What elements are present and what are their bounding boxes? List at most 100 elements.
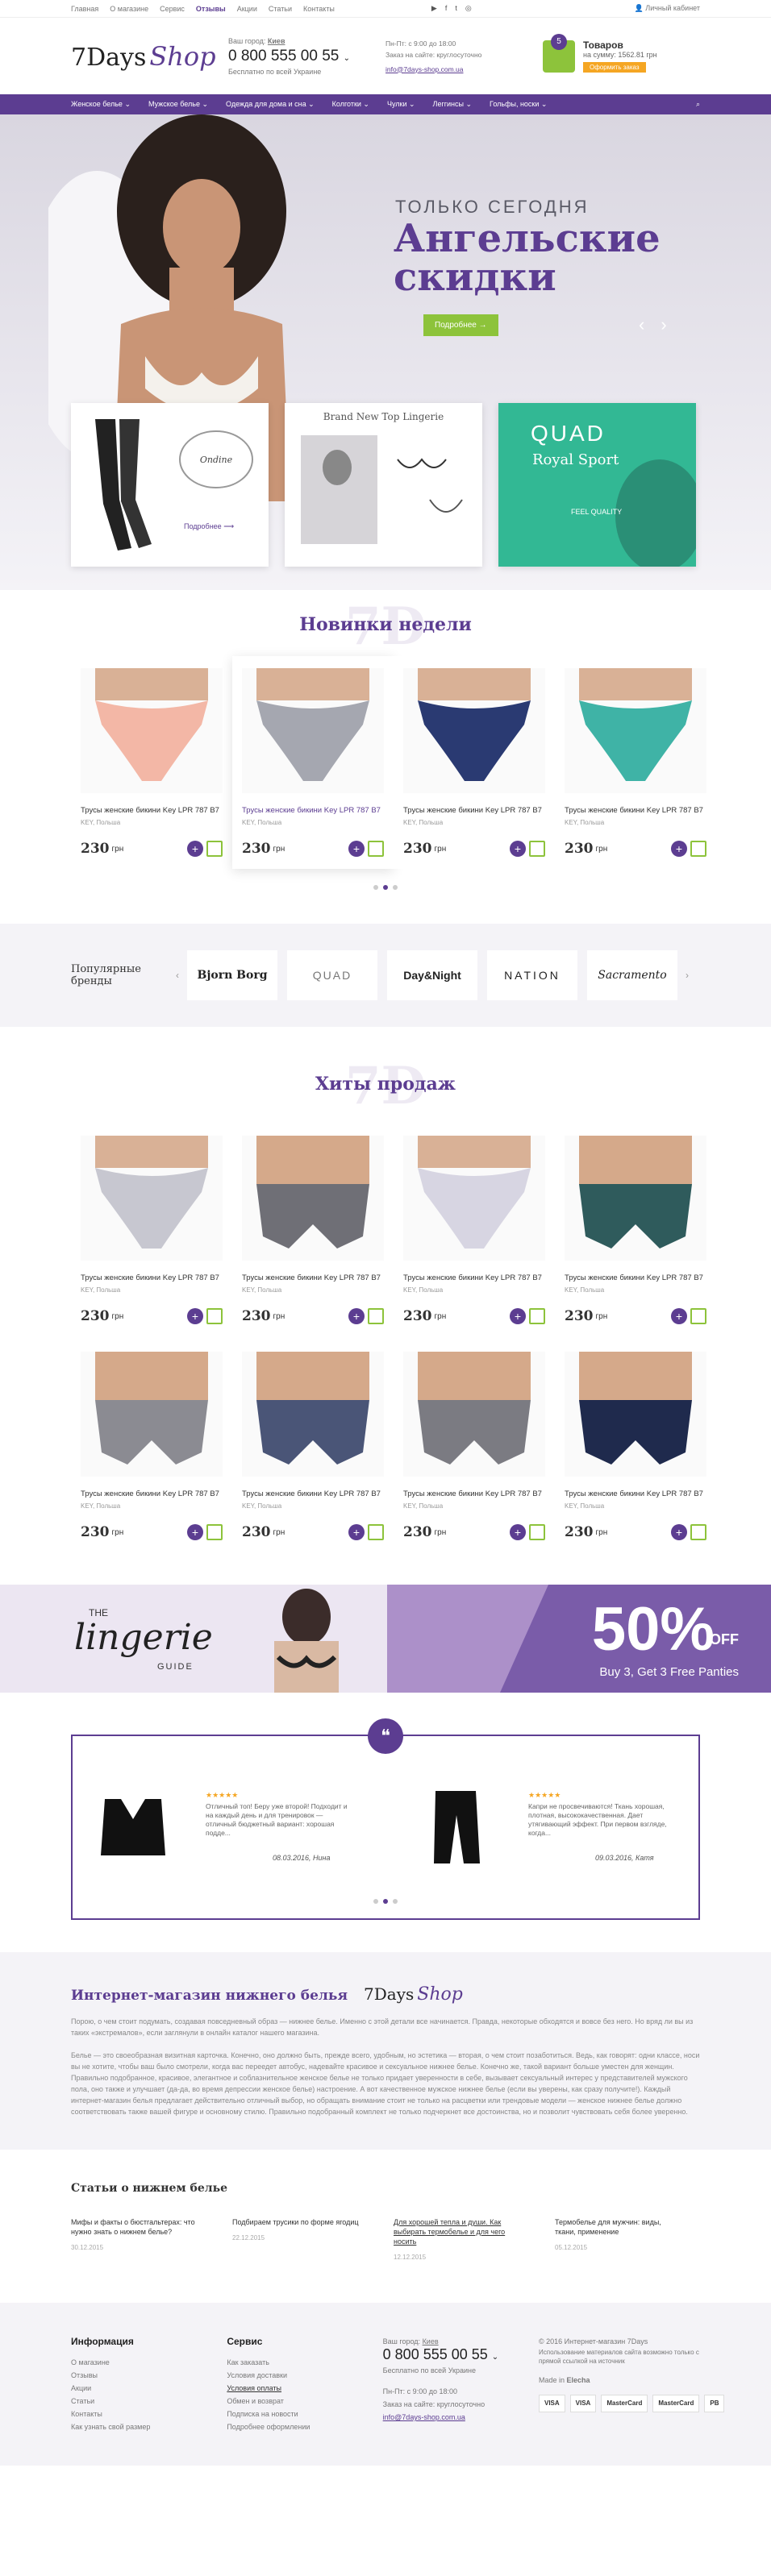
product-image[interactable] [242, 668, 384, 793]
product-image[interactable] [81, 1352, 223, 1477]
product-image[interactable] [403, 668, 545, 793]
lingerie-guide-banner[interactable]: THE lingerie GUIDE [0, 1585, 387, 1693]
product-card[interactable]: Трусы женские бикини Key LPR 787 B7 KEY,… [555, 656, 716, 869]
compare-icon[interactable] [368, 1308, 384, 1324]
nav-item-stockings[interactable]: Чулки ⌄ [387, 100, 415, 109]
compare-icon[interactable] [368, 841, 384, 857]
add-to-cart-button[interactable]: + [671, 1524, 687, 1540]
youtube-icon[interactable]: ▶ [431, 4, 437, 13]
chevron-right-icon[interactable]: › [686, 970, 689, 981]
product-name[interactable]: Трусы женские бикини Key LPR 787 B7 [565, 1490, 706, 1498]
product-image[interactable] [565, 1136, 706, 1261]
product-image[interactable] [403, 1136, 545, 1261]
footer-phone[interactable]: 0 800 555 00 55 [383, 2346, 488, 2362]
product-name[interactable]: Трусы женские бикини Key LPR 787 B7 [242, 806, 384, 815]
product-card[interactable]: Трусы женские бикини Key LPR 787 B7 KEY,… [232, 1124, 394, 1336]
promo-tile-quad[interactable]: QUAD Royal Sport FEEL QUALITY [498, 403, 696, 567]
footer-city-selector[interactable]: Киев [423, 2337, 439, 2345]
product-image[interactable] [242, 1136, 384, 1261]
product-name[interactable]: Трусы женские бикини Key LPR 787 B7 [403, 1490, 545, 1498]
article-item[interactable]: Мифы и факты о бюстгальтерах: что нужно … [71, 2217, 200, 2262]
top-link-about[interactable]: О магазине [110, 5, 148, 13]
slider-dot[interactable] [373, 885, 378, 890]
cart[interactable]: 5 Товаров на сумму: 1562.81 грн Оформить… [543, 33, 700, 73]
promo-tile-stockings[interactable]: Ondine Подробнее ⟶ [71, 403, 269, 567]
article-item[interactable]: Подбираем трусики по форме ягодиц 22.12.… [232, 2217, 361, 2262]
brand-logo-sacramento[interactable]: Sacramento [587, 950, 677, 1000]
slider-dot[interactable] [393, 885, 398, 890]
compare-icon[interactable] [206, 1524, 223, 1540]
add-to-cart-button[interactable]: + [671, 1308, 687, 1324]
top-link-service[interactable]: Сервис [160, 5, 185, 13]
chevron-down-icon[interactable]: ⌄ [492, 2353, 498, 2362]
compare-icon[interactable] [690, 1524, 706, 1540]
product-card[interactable]: Трусы женские бикини Key LPR 787 B7 KEY,… [555, 1340, 716, 1552]
email-link[interactable]: info@7days-shop.com.ua [386, 64, 543, 75]
product-name[interactable]: Трусы женские бикини Key LPR 787 B7 [565, 806, 706, 815]
add-to-cart-button[interactable]: + [510, 1524, 526, 1540]
product-name[interactable]: Трусы женские бикини Key LPR 787 B7 [242, 1273, 384, 1282]
footer-link[interactable]: Как заказать [227, 2356, 350, 2369]
twitter-icon[interactable]: t [455, 4, 457, 13]
add-to-cart-button[interactable]: + [671, 841, 687, 857]
compare-icon[interactable] [206, 841, 223, 857]
top-link-promos[interactable]: Акции [237, 5, 257, 13]
footer-link[interactable]: Как узнать свой размер [71, 2420, 194, 2433]
add-to-cart-button[interactable]: + [348, 1524, 365, 1540]
footer-link[interactable]: Контакты [71, 2408, 194, 2420]
logo[interactable]: 7Days Shop [71, 41, 228, 72]
nav-item-leggings[interactable]: Леггинсы ⌄ [433, 100, 473, 109]
checkout-button[interactable]: Оформить заказ [583, 61, 646, 73]
product-name[interactable]: Трусы женские бикини Key LPR 787 B7 [81, 806, 223, 815]
add-to-cart-button[interactable]: + [187, 1308, 203, 1324]
product-image[interactable] [242, 1352, 384, 1477]
footer-link[interactable]: О магазине [71, 2356, 194, 2369]
promo-tile-link[interactable]: Подробнее ⟶ [184, 522, 234, 531]
add-to-cart-button[interactable]: + [348, 1308, 365, 1324]
footer-link[interactable]: Акции [71, 2382, 194, 2395]
compare-icon[interactable] [529, 841, 545, 857]
add-to-cart-button[interactable]: + [510, 1308, 526, 1324]
brand-logo-bjorn-borg[interactable]: Bjorn Borg [187, 950, 277, 1000]
product-card[interactable]: Трусы женские бикини Key LPR 787 B7 KEY,… [71, 1340, 232, 1552]
compare-icon[interactable] [690, 841, 706, 857]
product-name[interactable]: Трусы женские бикини Key LPR 787 B7 [565, 1273, 706, 1282]
hero-cta-button[interactable]: Подробнее → [423, 314, 498, 336]
top-link-home[interactable]: Главная [71, 5, 98, 13]
nav-item-tights[interactable]: Колготки ⌄ [332, 100, 369, 109]
product-card[interactable]: Трусы женские бикини Key LPR 787 B7 KEY,… [71, 656, 232, 869]
product-name[interactable]: Трусы женские бикини Key LPR 787 B7 [81, 1273, 223, 1282]
footer-link[interactable]: Условия оплаты [227, 2382, 350, 2395]
product-name[interactable]: Трусы женские бикини Key LPR 787 B7 [403, 806, 545, 815]
footer-link[interactable]: Обмен и возврат [227, 2395, 350, 2408]
brand-logo-day-night[interactable]: Day&Night [387, 950, 477, 1000]
top-link-articles[interactable]: Статьи [269, 5, 292, 13]
product-image[interactable] [565, 1352, 706, 1477]
footer-link[interactable]: Условия доставки [227, 2369, 350, 2382]
brand-logo-quad[interactable]: QUAD [287, 950, 377, 1000]
compare-icon[interactable] [368, 1524, 384, 1540]
nav-item-homewear[interactable]: Одежда для дома и сна ⌄ [226, 100, 315, 109]
footer-link[interactable]: Подписка на новости [227, 2408, 350, 2420]
add-to-cart-button[interactable]: + [348, 841, 365, 857]
product-name[interactable]: Трусы женские бикини Key LPR 787 B7 [81, 1490, 223, 1498]
article-item[interactable]: Термобелье для мужчин: виды, ткани, прим… [555, 2217, 684, 2262]
nav-item-women[interactable]: Женское белье ⌄ [71, 100, 131, 109]
slider-dot[interactable] [393, 1899, 398, 1904]
instagram-icon[interactable]: ◎ [465, 4, 472, 13]
chevron-left-icon[interactable]: ‹ [176, 970, 179, 981]
product-card[interactable]: Трусы женские бикини Key LPR 787 B7 KEY,… [232, 1340, 394, 1552]
chevron-left-icon[interactable]: ‹ [639, 314, 644, 335]
chevron-right-icon[interactable]: › [661, 314, 666, 335]
footer-link[interactable]: Подробнее оформлении [227, 2420, 350, 2433]
nav-item-men[interactable]: Мужское белье ⌄ [148, 100, 208, 109]
phone-number[interactable]: 0 800 555 00 55 [228, 48, 339, 64]
product-name[interactable]: Трусы женские бикини Key LPR 787 B7 [242, 1490, 384, 1498]
compare-icon[interactable] [529, 1308, 545, 1324]
city-selector[interactable]: Киев [268, 37, 285, 45]
facebook-icon[interactable]: f [445, 4, 448, 13]
search-icon[interactable]: ⌕ [696, 100, 700, 109]
product-card[interactable]: Трусы женские бикини Key LPR 787 B7 KEY,… [394, 1124, 555, 1336]
brand-logo-nation[interactable]: NATION [487, 950, 577, 1000]
product-image[interactable] [403, 1352, 545, 1477]
